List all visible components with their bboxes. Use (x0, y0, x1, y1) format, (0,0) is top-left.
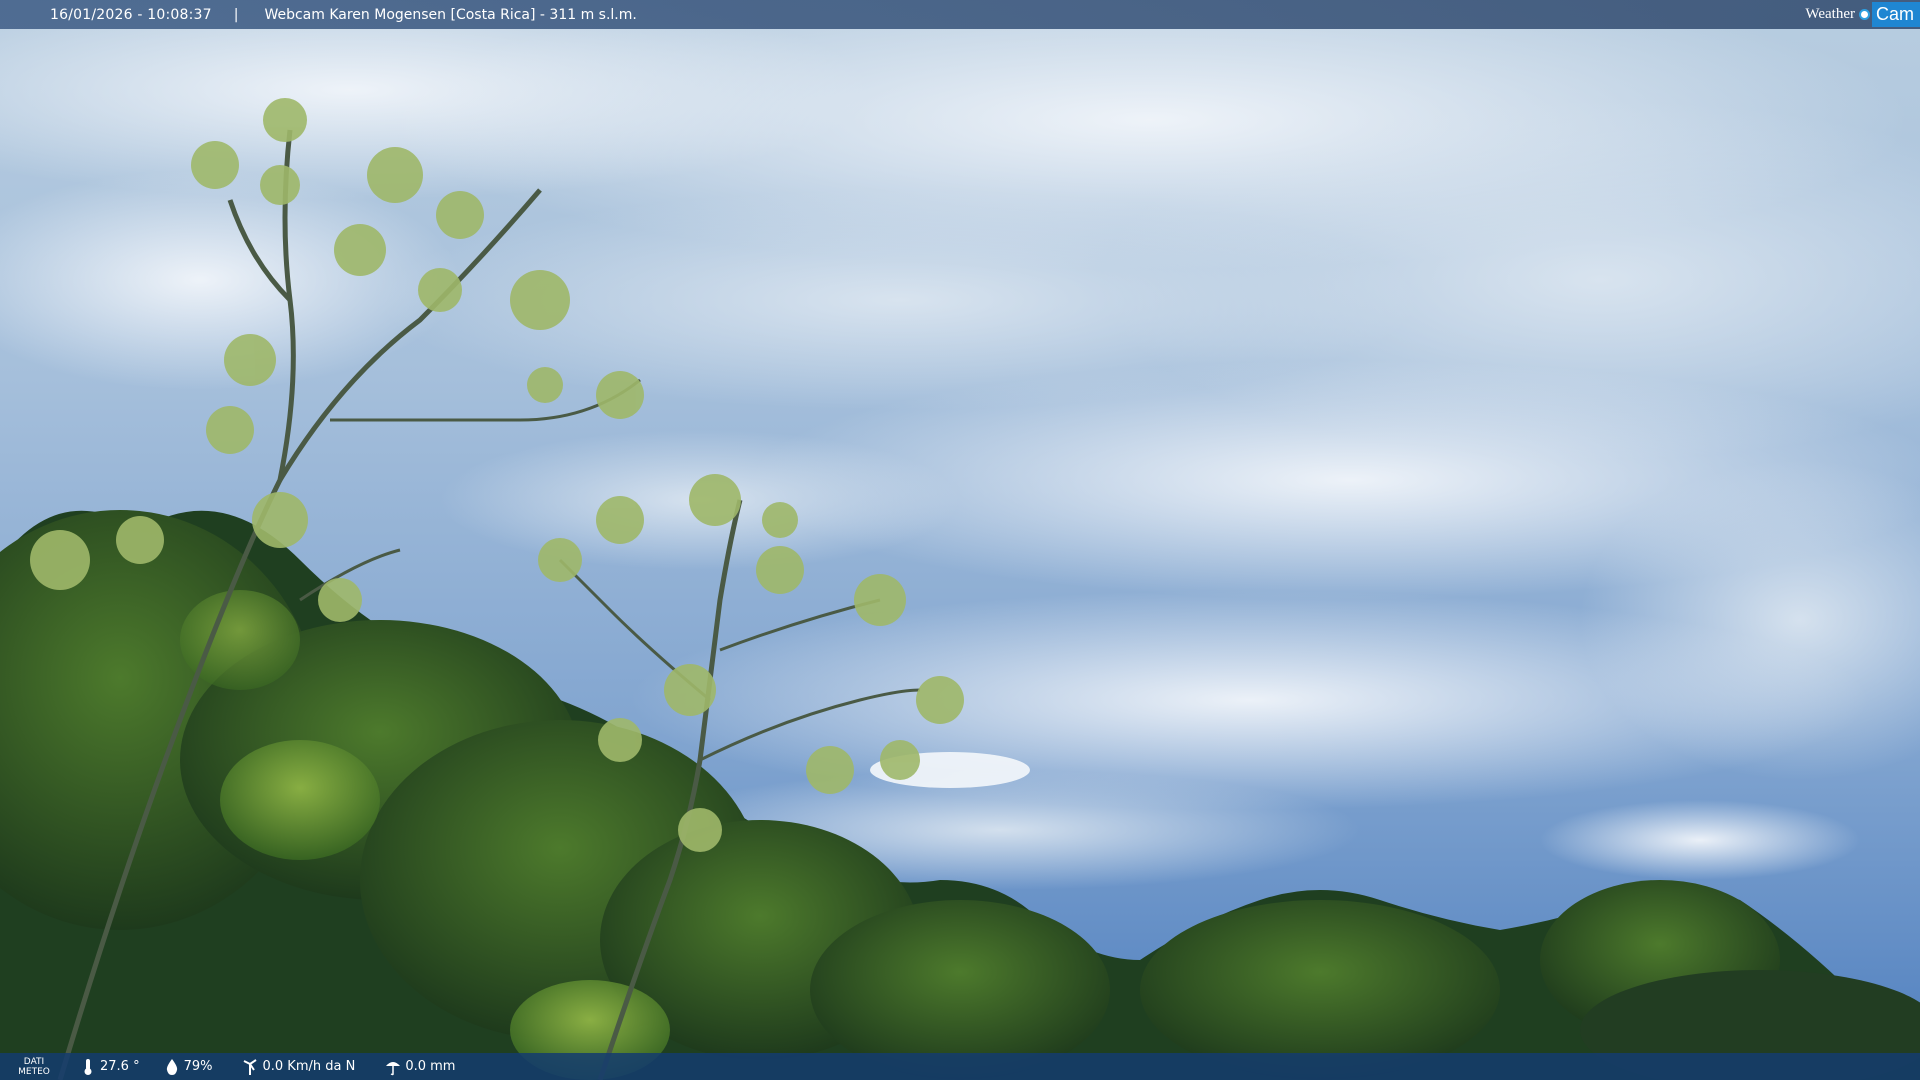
top-info-bar: 16/01/2026 - 10:08:37 | Webcam Karen Mog… (0, 0, 1920, 29)
wind-icon (244, 1058, 258, 1075)
title-separator: | (233, 6, 239, 23)
rain-value: 0.0 mm (405, 1059, 456, 1074)
temperature-readout: 27.6 ° (80, 1058, 140, 1076)
humidity-drop-icon (166, 1058, 177, 1075)
thermometer-icon (84, 1058, 92, 1075)
logo-dot-icon (1858, 9, 1870, 20)
humidity-value: 79% (183, 1059, 213, 1074)
webcam-scene (0, 0, 1920, 1080)
rain-gauge-icon (386, 1061, 401, 1075)
dati-label-line2: METEO (18, 1066, 50, 1077)
wind-readout: 0.0 Km/h da N (242, 1058, 355, 1076)
rain-readout: 0.0 mm (385, 1058, 455, 1076)
dati-label-line1: DATI (23, 1056, 45, 1067)
camera-title: Webcam Karen Mogensen [Costa Rica] - 311… (264, 6, 637, 23)
temperature-value: 27.6 ° (100, 1059, 140, 1074)
weathercam-logo: Weather Cam (1805, 0, 1920, 29)
weather-data-bar: DATI METEO 27.6 ° 79% 0.0 Km/h da N 0.0 … (0, 1053, 1920, 1080)
timestamp: 16/01/2026 - 10:08:37 (50, 6, 212, 23)
logo-weather-text: Weather (1805, 6, 1855, 22)
wind-value: 0.0 Km/h da N (262, 1059, 356, 1074)
logo-cam-text: Cam (1871, 2, 1920, 27)
humidity-readout: 79% (164, 1058, 213, 1076)
dati-meteo-label: DATI METEO (0, 1057, 68, 1077)
